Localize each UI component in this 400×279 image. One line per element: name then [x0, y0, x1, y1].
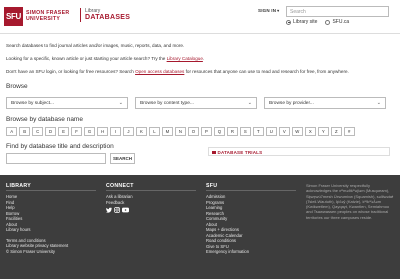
letter-filter-button[interactable]: D	[44, 127, 57, 136]
chevron-down-icon: ⌄	[118, 100, 123, 106]
footer-sfu-heading: SFU	[206, 183, 296, 191]
radio-button-selected[interactable]	[286, 19, 291, 25]
database-trials-link[interactable]: DATABASE TRIALS	[208, 147, 390, 156]
chevron-down-icon: ⌄	[247, 100, 252, 106]
footer-connect-column: CONNECT Ask a librarian Feedback	[106, 183, 196, 213]
intro-line-2: Looking for a specific, known article or…	[6, 56, 205, 61]
footer-connect-links: Ask a librarian Feedback	[106, 194, 196, 205]
footer-library-legal-links: Terms and conditions Library website priv…	[6, 238, 96, 255]
letter-filter-button[interactable]: C	[31, 127, 44, 136]
footer-link[interactable]: © Simon Fraser University	[6, 249, 96, 255]
browse-by-subject-select[interactable]: Browse by subject... ⌄	[6, 97, 128, 109]
letter-filter-button[interactable]: X	[304, 127, 316, 136]
letter-filter-button[interactable]: U	[265, 127, 277, 136]
browse-by-provider-select[interactable]: Browse by provider... ⌄	[264, 97, 386, 109]
letter-filter-button[interactable]: A	[6, 127, 18, 136]
sfu-logo-mark: SFU	[4, 6, 23, 26]
letter-filter-button[interactable]: E	[57, 127, 70, 136]
site-search-input[interactable]: Search	[286, 6, 389, 17]
browse-by-content-type-select[interactable]: Browse by content type... ⌄	[135, 97, 257, 109]
radio-button[interactable]	[325, 19, 331, 25]
library-title-block: Library DATABASES	[80, 8, 130, 22]
page-title: DATABASES	[85, 14, 131, 21]
letter-filter-button[interactable]: J	[122, 127, 135, 136]
letter-filter-button[interactable]: L	[148, 127, 161, 136]
letter-filter-button[interactable]: M	[161, 127, 174, 136]
youtube-icon[interactable]	[122, 207, 129, 213]
lock-icon	[212, 150, 216, 154]
letter-filter-button[interactable]: Q	[213, 127, 226, 136]
footer-sfu-column: SFU Admission Programs Learning Research Com…	[206, 183, 296, 255]
search-button[interactable]: SEARCH	[110, 153, 135, 164]
letter-filter-button[interactable]: P	[200, 127, 213, 136]
site-header: SFU SIMON FRASER UNIVERSITY Library DATA…	[0, 0, 400, 32]
letter-filter-button[interactable]: Z	[330, 127, 342, 136]
header-divider	[0, 33, 400, 34]
letter-filter-button[interactable]: N	[174, 127, 187, 136]
letter-filter-button[interactable]: W	[291, 127, 303, 136]
intro-line-3: Don't have an SFU login, or looking for …	[6, 69, 349, 74]
library-catalogue-link[interactable]: Library Catalogue	[167, 56, 203, 61]
radio-sfu-ca[interactable]: SFU.ca	[325, 19, 349, 25]
footer-library-links: Home Find Help Borrow Facilities About Library…	[6, 194, 96, 233]
sfu-logo-text: SIMON FRASER UNIVERSITY	[26, 10, 70, 22]
search-scope-radios: Library site SFU.ca	[286, 19, 357, 25]
twitter-icon[interactable]	[106, 207, 112, 213]
letter-filter-button[interactable]: K	[135, 127, 148, 136]
sfu-logo[interactable]: SFU SIMON FRASER UNIVERSITY	[4, 4, 69, 28]
footer-sfu-links: Admission Programs Learning Research Communi…	[206, 194, 296, 255]
chevron-down-icon: ▾	[277, 8, 280, 13]
footer-library-heading: LIBRARY	[6, 183, 96, 191]
find-heading: Find by database title and description	[6, 143, 114, 150]
footer-link[interactable]: Emergency information	[206, 249, 296, 255]
database-search-input[interactable]	[6, 153, 106, 164]
letter-filter-button[interactable]: S	[239, 127, 252, 136]
letter-filter-button[interactable]: Y	[317, 127, 329, 136]
footer-library-column: LIBRARY Home Find Help Borrow Facilities Abou…	[6, 183, 96, 254]
letter-filter-button[interactable]: O	[187, 127, 200, 136]
letter-filter-button[interactable]: H	[96, 127, 109, 136]
letter-filter-button[interactable]: I	[109, 127, 122, 136]
letter-filter-button[interactable]: R	[226, 127, 239, 136]
instagram-icon[interactable]	[114, 207, 120, 213]
land-acknowledgement: Simon Fraser University respectfully ack…	[306, 183, 394, 220]
footer-connect-heading: CONNECT	[106, 183, 196, 191]
browse-by-name-heading: Browse by database name	[6, 116, 83, 123]
alphabet-filter: A B C D E F G H I J K L M N O P Q R S T U V W X Y Z #	[6, 127, 357, 136]
chevron-down-icon: ⌄	[376, 100, 381, 106]
sign-in-button[interactable]: SIGN IN▾	[258, 8, 279, 13]
letter-filter-button[interactable]: F	[70, 127, 83, 136]
browse-heading: Browse	[6, 83, 28, 90]
open-access-databases-link[interactable]: Open access databases	[135, 69, 184, 74]
letter-filter-button[interactable]: B	[18, 127, 31, 136]
letter-filter-button[interactable]: T	[252, 127, 264, 136]
letter-filter-button[interactable]: #	[343, 127, 355, 136]
social-icons	[106, 207, 196, 213]
letter-filter-button[interactable]: V	[278, 127, 290, 136]
footer-link[interactable]: Feedback	[106, 200, 196, 206]
radio-library-site[interactable]: Library site	[286, 19, 317, 25]
intro-line-1: Search databases to find journal article…	[6, 43, 185, 48]
letter-filter-button[interactable]: G	[83, 127, 96, 136]
